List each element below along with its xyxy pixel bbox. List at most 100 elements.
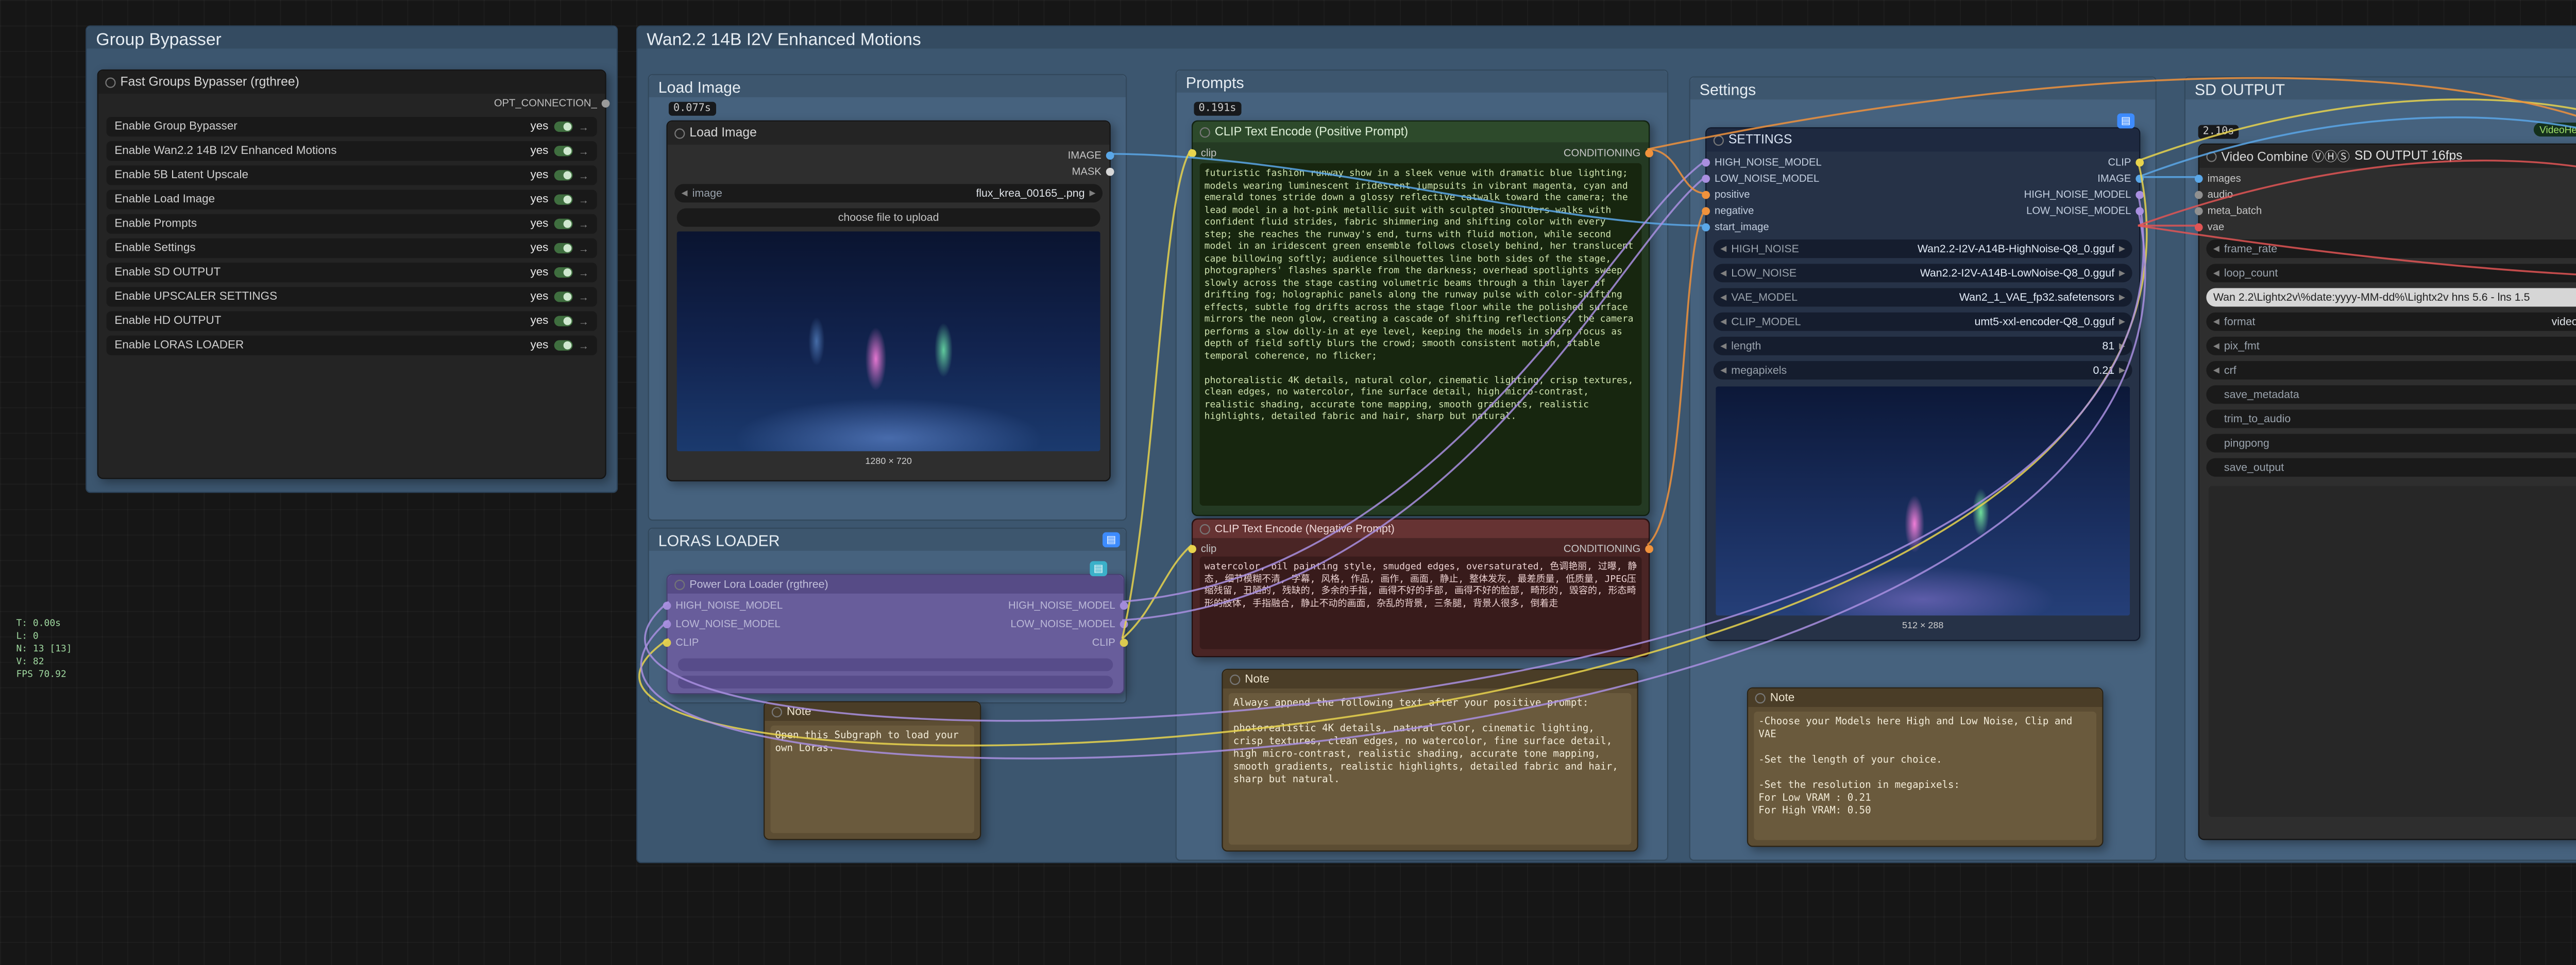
- node-video-combine-sd[interactable]: Video Combine ⓋⒽⓈ SD OUTPUT 16fps ? imag…: [2198, 144, 2576, 840]
- node-title-bar[interactable]: CLIP Text Encode (Negative Prompt): [1193, 520, 1649, 538]
- group-toggle-row[interactable]: Enable HD OUTPUT yes →: [107, 311, 597, 331]
- node-clip-text-encode-positive[interactable]: CLIP Text Encode (Positive Prompt) clip …: [1192, 120, 1650, 516]
- input-port[interactable]: [1702, 191, 1710, 199]
- collapse-dot[interactable]: [2206, 151, 2216, 161]
- increment-arrow[interactable]: ▶: [2119, 366, 2125, 375]
- input-port[interactable]: [663, 151, 671, 159]
- image-preview[interactable]: [677, 231, 1100, 451]
- toggle-switch[interactable]: [554, 316, 573, 326]
- collapse-dot[interactable]: [674, 128, 685, 138]
- group-toggle-row[interactable]: Enable LORAS LOADER yes →: [107, 336, 597, 355]
- widget-row[interactable]: ◀ pingpong false ▶: [2206, 434, 2576, 453]
- decrement-arrow[interactable]: ◀: [2213, 317, 2219, 326]
- widget-row[interactable]: ◀ save_output true ▶: [2206, 458, 2576, 477]
- toggle-switch[interactable]: [554, 243, 573, 253]
- video-preview[interactable]: [2209, 486, 2576, 817]
- toggle-switch[interactable]: [554, 267, 573, 278]
- node-title-bar[interactable]: Fast Groups Bypasser (rgthree): [98, 71, 605, 94]
- decrement-arrow[interactable]: ◀: [1720, 292, 1726, 302]
- note-text[interactable]: -Choose your Models here High and Low No…: [1754, 712, 2096, 840]
- node-title-bar[interactable]: Note: [1748, 688, 2102, 707]
- note-text[interactable]: Open this Subgraph to load your own Lora…: [771, 726, 974, 833]
- toggle-switch[interactable]: [554, 170, 573, 180]
- collapse-dot[interactable]: [674, 579, 685, 590]
- node-power-lora-loader[interactable]: Power Lora Loader (rgthree) HIGH_NOISE_M…: [666, 574, 1124, 695]
- group-badge-icon[interactable]: ▤: [1103, 532, 1120, 547]
- node-load-image[interactable]: Load Image IMAGE MASK ◀ image flux_krea_…: [666, 120, 1110, 481]
- lora-slot[interactable]: [678, 659, 1113, 671]
- group-toggle-row[interactable]: Enable SD OUTPUT yes →: [107, 263, 597, 282]
- group-header[interactable]: [1177, 71, 1667, 93]
- output-port[interactable]: [2136, 223, 2144, 231]
- note-text[interactable]: Always append the following text after y…: [1229, 693, 1631, 845]
- node-graph-canvas[interactable]: Group Bypasser Wan2.2 14B I2V Enhanced M…: [0, 0, 2576, 965]
- note-node-prompts[interactable]: Note Always append the following text af…: [1222, 669, 1638, 852]
- widget-row[interactable]: ◀ format video/h264-mp4 ▶: [2206, 313, 2576, 331]
- widget-row[interactable]: ◀ crf 19 ▶: [2206, 361, 2576, 380]
- collapse-dot[interactable]: [1714, 135, 1724, 145]
- increment-arrow[interactable]: ▶: [2119, 292, 2125, 302]
- decrement-arrow[interactable]: ◀: [1720, 268, 1726, 278]
- goto-group-arrow[interactable]: →: [579, 169, 589, 181]
- node-badge-icon[interactable]: ▤: [2117, 113, 2134, 128]
- widget-row[interactable]: ◀ loop_count 0 ▶: [2206, 264, 2576, 282]
- prompt-textarea[interactable]: futuristic fashion runway show in a slee…: [1200, 163, 1642, 506]
- decrement-arrow[interactable]: ◀: [1720, 244, 1726, 253]
- node-clip-text-encode-negative[interactable]: CLIP Text Encode (Negative Prompt) clip …: [1192, 519, 1650, 658]
- output-port[interactable]: [2136, 191, 2144, 199]
- node-title-bar[interactable]: CLIP Text Encode (Positive Prompt): [1193, 122, 1649, 142]
- input-port[interactable]: [1188, 544, 1196, 553]
- output-port[interactable]: [1120, 638, 1128, 646]
- group-toggle-row[interactable]: Enable Prompts yes →: [107, 214, 597, 234]
- toggle-switch[interactable]: [554, 219, 573, 229]
- input-port[interactable]: [663, 638, 671, 646]
- input-port[interactable]: [1702, 174, 1710, 182]
- node-title-bar[interactable]: Video Combine ⓋⒽⓈ SD OUTPUT 16fps ?: [2199, 145, 2576, 168]
- group-toggle-row[interactable]: Enable Settings yes →: [107, 238, 597, 258]
- widget-row[interactable]: ◀ pix_fmt yuv420p ▶: [2206, 337, 2576, 355]
- note-node-loras[interactable]: Note Open this Subgraph to load your own…: [764, 701, 981, 840]
- widget-row[interactable]: ◀ length 81 ▶: [1714, 337, 2132, 355]
- increment-arrow[interactable]: ▶: [2119, 341, 2125, 351]
- decrement-arrow[interactable]: ◀: [1720, 317, 1726, 326]
- input-port[interactable]: [663, 601, 671, 609]
- goto-group-arrow[interactable]: →: [579, 243, 589, 254]
- collapse-dot[interactable]: [105, 77, 115, 87]
- output-port[interactable]: [1120, 619, 1128, 628]
- input-port[interactable]: [663, 167, 671, 176]
- output-port[interactable]: [1106, 167, 1114, 176]
- goto-group-arrow[interactable]: →: [579, 218, 589, 230]
- group-title[interactable]: LORAS LOADER: [658, 532, 780, 550]
- toggle-switch[interactable]: [554, 291, 573, 302]
- node-settings[interactable]: SETTINGS HIGH_NOISE_MODEL CLIP LOW_NOISE…: [1705, 127, 2140, 641]
- increment-arrow[interactable]: ▶: [1089, 188, 1095, 198]
- image-preview[interactable]: [1716, 386, 2130, 615]
- group-toggle-row[interactable]: Enable Wan2.2 14B I2V Enhanced Motions y…: [107, 141, 597, 161]
- decrement-arrow[interactable]: ◀: [2213, 366, 2219, 375]
- output-port[interactable]: [2136, 174, 2144, 182]
- toggle-switch[interactable]: [554, 122, 573, 132]
- input-port[interactable]: [2195, 223, 2203, 231]
- group-toggle-row[interactable]: Enable Load Image yes →: [107, 190, 597, 210]
- upload-button[interactable]: choose file to upload: [677, 208, 1100, 227]
- node-fast-groups-bypasser[interactable]: Fast Groups Bypasser (rgthree) OPT_CONNE…: [97, 70, 606, 479]
- widget-row[interactable]: ◀ save_metadata true ▶: [2206, 385, 2576, 404]
- toggle-switch[interactable]: [554, 146, 573, 156]
- input-port[interactable]: [663, 619, 671, 628]
- widget-row[interactable]: ◀ CLIP_MODEL umt5-xxl-encoder-Q8_0.gguf …: [1714, 313, 2132, 331]
- goto-group-arrow[interactable]: →: [579, 121, 589, 132]
- node-title-bar[interactable]: SETTINGS: [1706, 128, 2139, 151]
- decrement-arrow[interactable]: ◀: [1720, 366, 1726, 375]
- widget-row[interactable]: ◀ image flux_krea_00165_.png ▶: [674, 184, 1103, 202]
- node-title-bar[interactable]: Note: [1223, 670, 1637, 688]
- increment-arrow[interactable]: ▶: [2119, 244, 2125, 253]
- increment-arrow[interactable]: ▶: [2119, 268, 2125, 278]
- increment-arrow[interactable]: ▶: [2119, 317, 2125, 326]
- output-port[interactable]: [2136, 158, 2144, 166]
- group-title[interactable]: Load Image: [658, 79, 741, 96]
- input-port[interactable]: [2195, 191, 2203, 199]
- goto-group-arrow[interactable]: →: [579, 315, 589, 326]
- widget-row[interactable]: ◀ frame_rate 16 ▶: [2206, 239, 2576, 258]
- collapse-dot[interactable]: [1755, 693, 1766, 703]
- widget-row[interactable]: ◀ HIGH_NOISE Wan2.2-I2V-A14B-HighNoise-Q…: [1714, 239, 2132, 258]
